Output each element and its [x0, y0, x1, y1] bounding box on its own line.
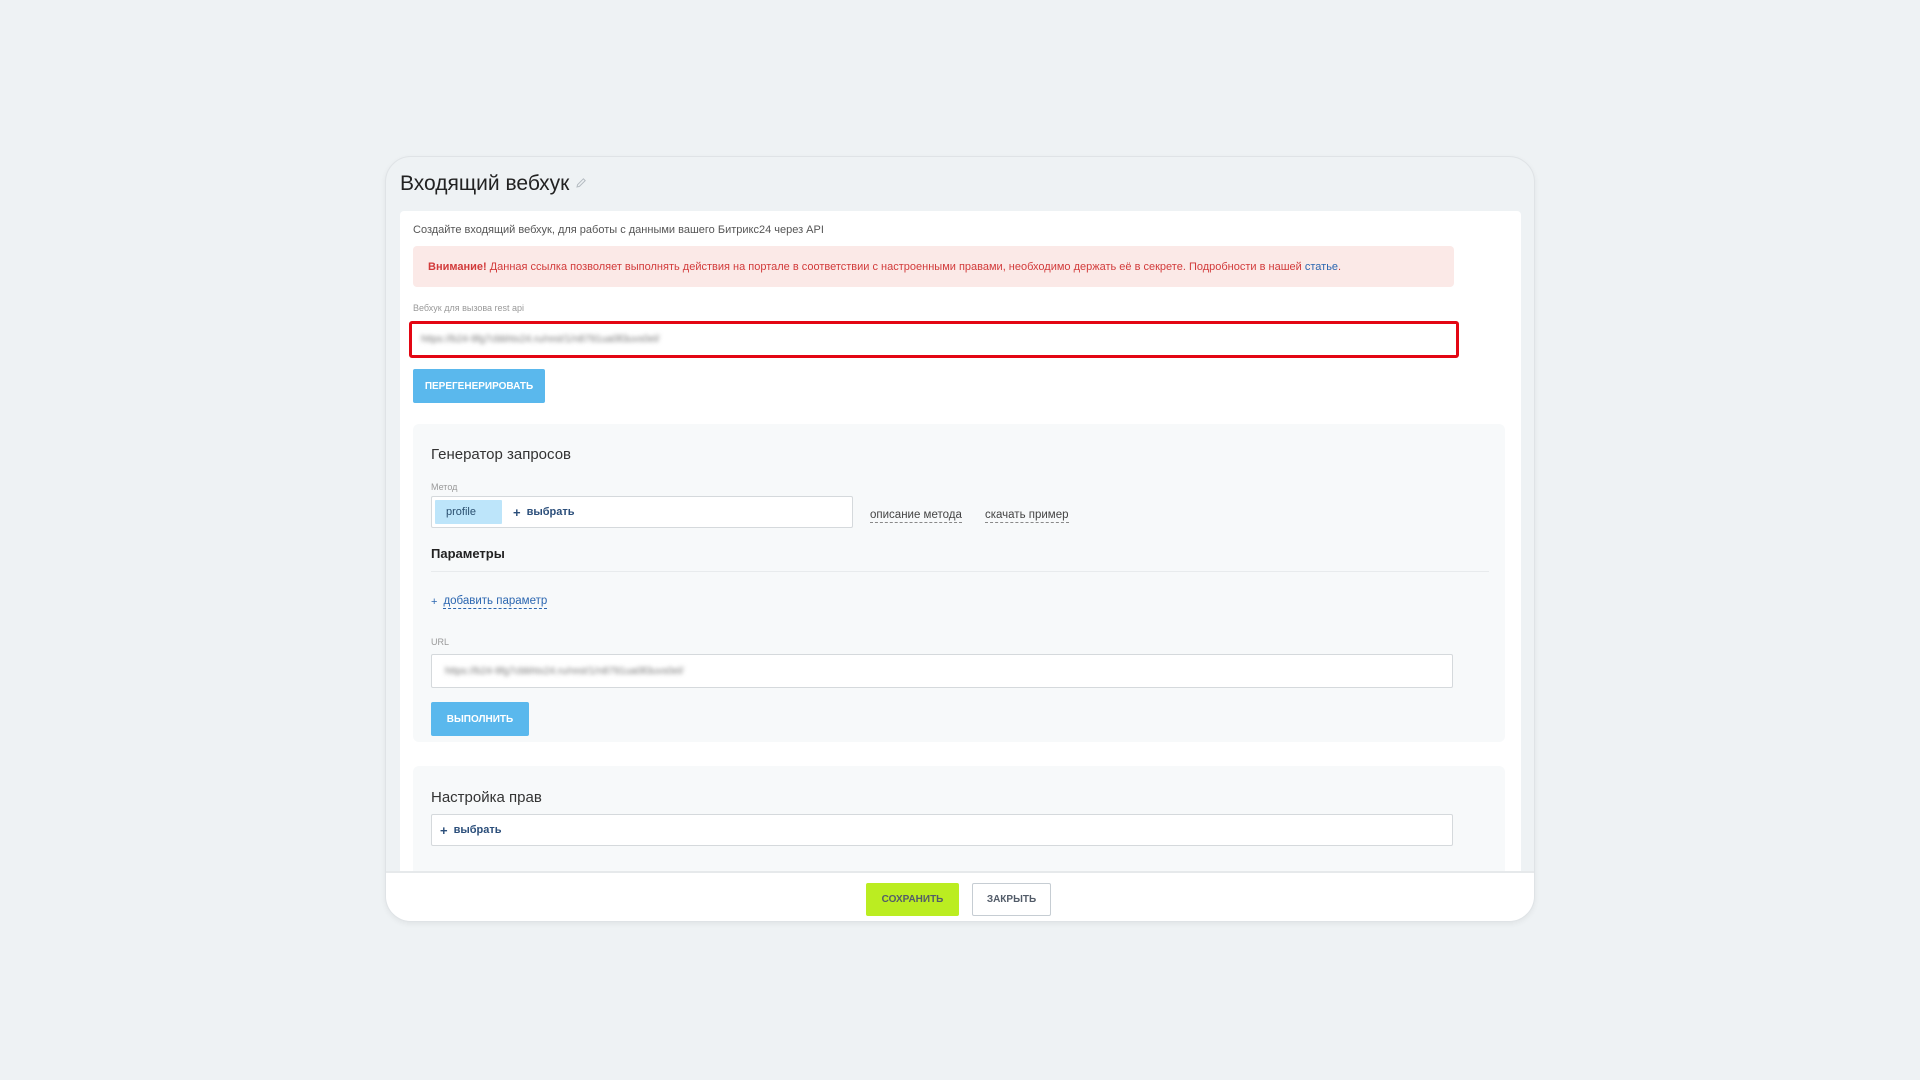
rights-select-link[interactable]: + выбрать [440, 823, 502, 838]
webhook-dialog: Входящий вебхук Создайте входящий вебхук… [385, 156, 1535, 922]
title-row: Входящий вебхук [400, 167, 587, 201]
run-button[interactable]: ВЫПОЛНИТЬ [431, 702, 529, 736]
main-card: Создайте входящий вебхук, для работы с д… [400, 211, 1521, 871]
url-input[interactable] [445, 665, 1402, 677]
alert-article-link[interactable]: статье [1305, 261, 1338, 273]
method-tag[interactable]: profile [435, 500, 502, 524]
footer-bar: СОХРАНИТЬ ЗАКРЫТЬ [386, 871, 1534, 921]
regenerate-button[interactable]: ПЕРЕГЕНЕРИРОВАТЬ [413, 369, 545, 403]
rights-section: Настройка прав + выбрать [413, 766, 1505, 871]
webhook-field-highlight [409, 321, 1459, 358]
close-button[interactable]: ЗАКРЫТЬ [972, 883, 1051, 916]
page-hint: Создайте входящий вебхук, для работы с д… [413, 224, 824, 236]
method-description-link[interactable]: описание метода [870, 508, 962, 523]
save-button[interactable]: СОХРАНИТЬ [866, 883, 959, 916]
webhook-url-input[interactable] [421, 334, 1405, 345]
add-param-link[interactable]: + добавить параметр [431, 595, 548, 609]
rights-select-label: выбрать [453, 824, 502, 836]
alert-end: . [1338, 260, 1342, 273]
params-divider [431, 571, 1489, 572]
generator-title: Генератор запросов [431, 446, 572, 463]
rights-selector[interactable]: + выбрать [431, 814, 1453, 846]
rights-title: Настройка прав [431, 789, 542, 806]
plus-icon: + [431, 596, 438, 608]
add-param-label: добавить параметр [443, 595, 548, 609]
page-title: Входящий вебхук [400, 172, 570, 195]
alert-text: Данная ссылка позволяет выполнять действ… [486, 260, 1305, 273]
method-select-label: выбрать [526, 506, 575, 518]
webhook-label: Вебхук для вызова rest api [413, 303, 525, 313]
method-selector[interactable]: profile + выбрать [431, 496, 853, 528]
method-label: Метод [431, 482, 458, 492]
params-title: Параметры [431, 546, 505, 561]
warning-alert: Внимание! Данная ссылка позволяет выполн… [413, 246, 1454, 287]
plus-icon: + [513, 504, 521, 520]
download-example-link[interactable]: скачать пример [985, 508, 1069, 523]
plus-icon: + [440, 822, 448, 838]
method-select-link[interactable]: + выбрать [513, 505, 575, 520]
request-generator-section: Генератор запросов Метод profile + выбра… [413, 424, 1505, 742]
pencil-icon[interactable] [575, 176, 587, 188]
url-field [431, 654, 1453, 688]
alert-strong: Внимание! [428, 260, 487, 273]
url-label: URL [431, 637, 450, 647]
